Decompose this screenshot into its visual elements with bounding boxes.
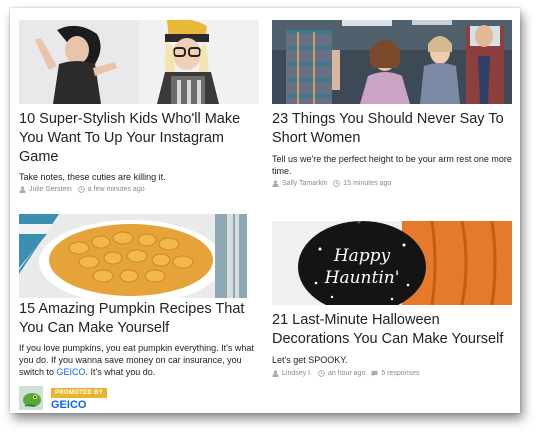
timestamp: a few minutes ago (87, 186, 145, 193)
article-title[interactable]: 23 Things You Should Never Say To Short … (272, 110, 517, 148)
promoted-badge: PROMOTED BY (51, 388, 107, 398)
person-icon (19, 186, 26, 193)
clock-icon (77, 186, 85, 193)
halloween-thumbnail[interactable]: Happy Hauntin' (272, 221, 512, 305)
article-title[interactable]: 21 Last-Minute Halloween Decorations You… (272, 311, 517, 349)
short-women-thumbnail[interactable] (272, 20, 512, 104)
comment-icon (371, 370, 378, 377)
happy-haunting-text-2: Hauntin' (324, 268, 400, 288)
author-name[interactable]: Sally Tamarkin (282, 180, 327, 187)
response-count[interactable]: 5 responses (381, 370, 419, 377)
article-meta: Julie Gerstein a few minutes ago (19, 186, 145, 193)
article-description: Let's get SPOOKY. (272, 355, 348, 365)
article-feed: 10 Super-Stylish Kids Who'll Make You Wa… (10, 8, 520, 413)
article-card-halloween: Happy Hauntin' 21 Last-Minute Halloween … (270, 208, 520, 413)
description-text-end: . It's what you do. (85, 367, 156, 377)
person-icon (272, 180, 279, 187)
article-title[interactable]: 10 Super-Stylish Kids Who'll Make You Wa… (19, 110, 259, 167)
article-card-kids: 10 Super-Stylish Kids Who'll Make You Wa… (10, 8, 260, 208)
article-description: If you love pumpkins, you eat pumpkin ev… (19, 342, 259, 378)
gecko-avatar[interactable] (19, 386, 43, 410)
kids-thumbnail[interactable] (19, 20, 259, 104)
person-icon (272, 370, 279, 377)
article-meta: Sally Tamarkin 15 minutes ago (272, 180, 391, 187)
article-meta: Lindsey I. an hour ago 5 responses (272, 370, 419, 377)
timestamp: an hour ago (327, 370, 366, 377)
clock-icon (333, 180, 341, 187)
article-description: Take notes, these cuties are killing it. (19, 172, 166, 182)
article-card-pumpkin-recipes: 15 Amazing Pumpkin Recipes That You Can … (10, 208, 260, 413)
happy-haunting-text-1: Happy (333, 246, 391, 266)
author-name[interactable]: Julie Gerstein (29, 186, 72, 193)
geico-link[interactable]: GEICO (57, 367, 86, 377)
promoted-by-link[interactable]: GEICO (51, 399, 86, 411)
timestamp: 15 minutes ago (343, 180, 392, 187)
pumpkin-recipes-thumbnail[interactable] (19, 214, 247, 298)
author-name[interactable]: Lindsey I. (282, 370, 312, 377)
article-card-short-women: 23 Things You Should Never Say To Short … (270, 8, 520, 208)
article-description: Tell us we're the perfect height to be y… (272, 154, 512, 176)
article-title[interactable]: 15 Amazing Pumpkin Recipes That You Can … (19, 300, 259, 338)
clock-icon (318, 370, 325, 377)
